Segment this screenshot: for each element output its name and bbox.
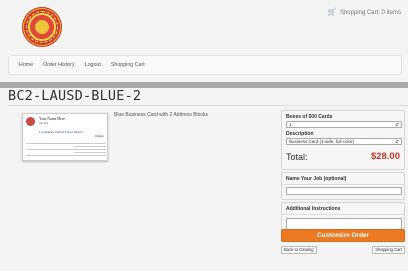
instructions-divider bbox=[282, 214, 404, 215]
total-price: $28.00 bbox=[370, 151, 400, 162]
job-name-divider bbox=[282, 184, 404, 185]
total-label: Total: bbox=[286, 152, 308, 162]
job-name-input[interactable] bbox=[286, 187, 402, 195]
card-address-lines bbox=[26, 143, 106, 158]
back-to-catalog-button[interactable]: Back to Catalog bbox=[281, 246, 317, 254]
product-description: Blue Business Card with 2 Address Blocks bbox=[114, 112, 208, 118]
card-name: Your Name Here bbox=[39, 117, 65, 121]
card-seal-icon bbox=[26, 117, 35, 126]
shopping-cart-button[interactable]: Shopping Cart bbox=[372, 246, 405, 254]
card-job-title: Job Title bbox=[39, 122, 49, 125]
quantity-label: Boxes of 500 Cards bbox=[286, 114, 333, 120]
select-arrows-icon: ⇵ bbox=[395, 122, 399, 127]
business-card-preview: Your Name Here Job Title Los Angeles Uni… bbox=[22, 113, 108, 161]
card-division: Division bbox=[95, 135, 104, 138]
description-label: Description bbox=[286, 131, 314, 137]
district-seal-logo[interactable] bbox=[22, 7, 62, 47]
header-cart-link[interactable]: 🛒 Shopping Cart: 0 items bbox=[328, 8, 401, 16]
page-title: BC2-LAUSD-BLUE-2 bbox=[8, 88, 142, 104]
nav-logout[interactable]: Logout bbox=[85, 62, 101, 68]
cart-icon: 🛒 bbox=[327, 9, 337, 16]
job-name-box: Name Your Job (optional) bbox=[281, 172, 405, 200]
instructions-label: Additional Instructions bbox=[286, 206, 341, 212]
description-select[interactable]: Business Card (1-side, full color) ⇵ bbox=[286, 138, 402, 145]
job-name-label: Name Your Job (optional) bbox=[286, 176, 347, 182]
quantity-select[interactable]: 1 ⇵ bbox=[286, 121, 402, 128]
quantity-value: 1 bbox=[289, 122, 292, 127]
main-nav: Home Order History Logout Shopping Cart bbox=[8, 55, 402, 75]
cart-label: Shopping Cart: bbox=[339, 10, 380, 16]
nav-home[interactable]: Home bbox=[19, 62, 33, 68]
title-divider bbox=[8, 105, 408, 106]
logo-ring bbox=[26, 11, 58, 43]
cart-count: 0 items bbox=[381, 10, 401, 16]
card-district: Los Angeles Unified School District bbox=[39, 130, 83, 134]
description-value: Business Card (1-side, full color) bbox=[289, 139, 355, 144]
page: 🛒 Shopping Cart: 0 items Home Order Hist… bbox=[0, 0, 408, 271]
customize-order-button[interactable]: Customize Order bbox=[281, 229, 405, 242]
quantity-box: Boxes of 500 Cards 1 ⇵ Description Busin… bbox=[281, 110, 405, 170]
select-arrows-icon: ⇵ bbox=[395, 139, 399, 144]
nav-shopping-cart[interactable]: Shopping Cart bbox=[111, 62, 145, 68]
nav-order-history[interactable]: Order History bbox=[43, 62, 75, 68]
